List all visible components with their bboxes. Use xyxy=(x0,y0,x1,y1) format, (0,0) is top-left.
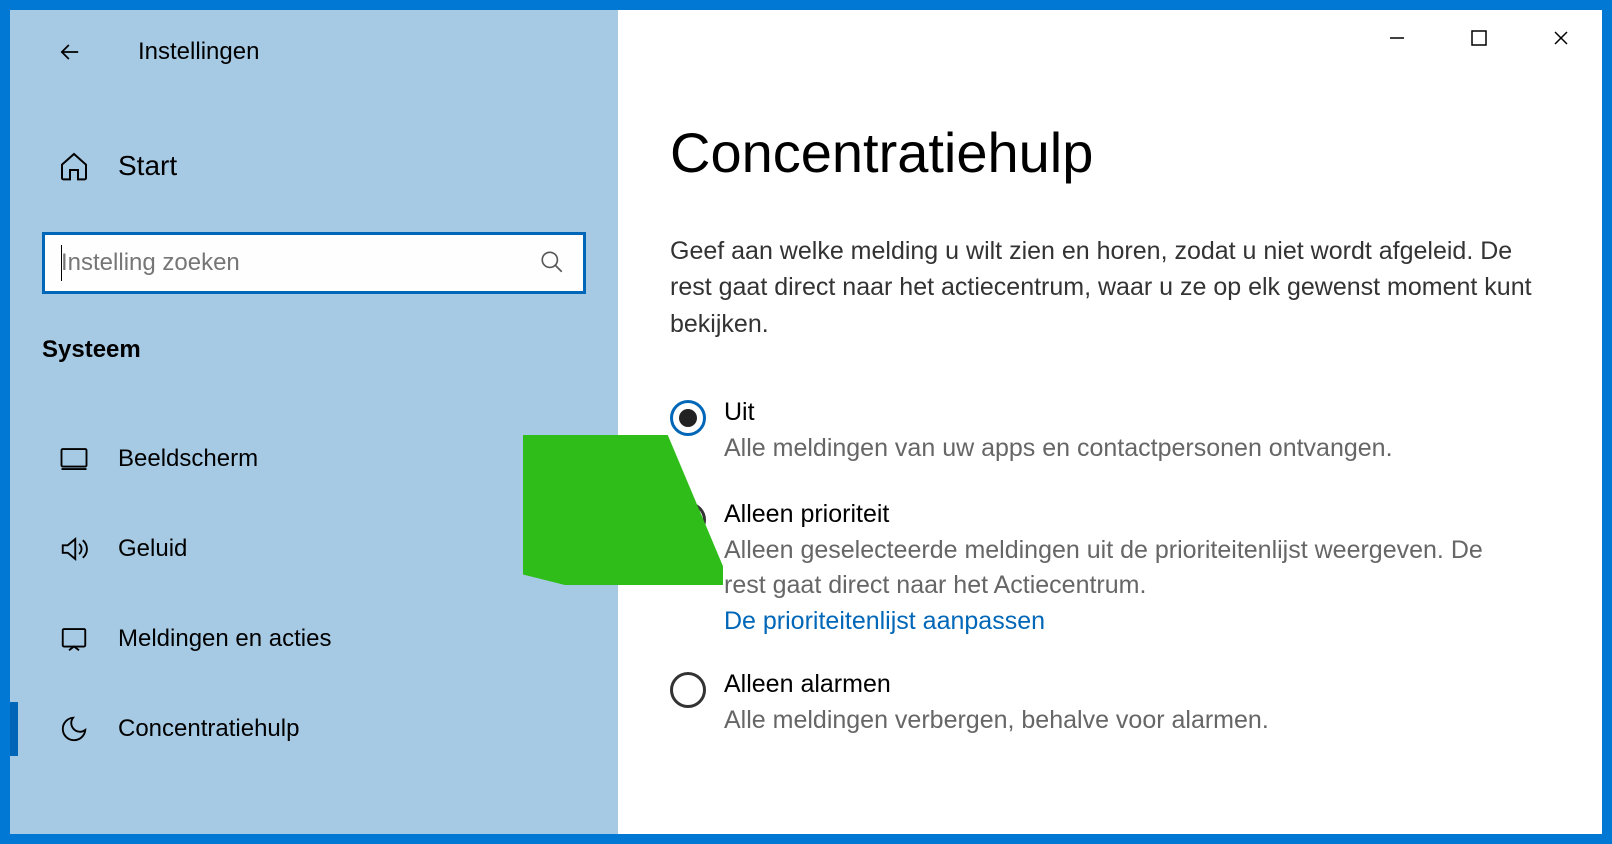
sidebar-item-sound[interactable]: Geluid xyxy=(10,504,618,594)
sidebar-item-notifications[interactable]: Meldingen en acties xyxy=(10,594,618,684)
search-box[interactable] xyxy=(42,232,586,294)
window-title: Instellingen xyxy=(138,38,259,66)
nav-list: Beeldscherm Geluid Meldingen en acties C… xyxy=(10,414,618,774)
page-title: Concentratiehulp xyxy=(670,120,1550,185)
minimize-icon xyxy=(1387,28,1407,48)
radio-option-off[interactable]: Uit Alle meldingen van uw apps en contac… xyxy=(670,398,1550,466)
sidebar-item-label: Meldingen en acties xyxy=(118,625,331,653)
radio-indicator xyxy=(670,400,706,436)
sidebar-item-focus-assist[interactable]: Concentratiehulp xyxy=(10,684,618,774)
sidebar-item-label: Geluid xyxy=(118,535,187,563)
text-cursor xyxy=(61,245,62,281)
radio-indicator xyxy=(670,502,706,538)
radio-content: Alleen alarmen Alle meldingen verbergen,… xyxy=(724,670,1269,738)
arrow-left-icon xyxy=(56,38,84,66)
minimize-button[interactable] xyxy=(1356,10,1438,66)
search-icon xyxy=(539,249,567,277)
monitor-icon xyxy=(58,443,90,475)
moon-icon xyxy=(58,713,90,745)
sidebar-item-display[interactable]: Beeldscherm xyxy=(10,414,618,504)
home-icon xyxy=(58,150,90,182)
radio-indicator xyxy=(670,672,706,708)
radio-content: Uit Alle meldingen van uw apps en contac… xyxy=(724,398,1393,466)
sound-icon xyxy=(58,533,90,565)
sidebar-item-label: Concentratiehulp xyxy=(118,715,299,743)
close-icon xyxy=(1551,28,1571,48)
radio-label: Alleen alarmen xyxy=(724,670,1269,699)
radio-group: Uit Alle meldingen van uw apps en contac… xyxy=(670,398,1550,738)
radio-label: Uit xyxy=(724,398,1393,427)
search-input[interactable] xyxy=(61,249,539,277)
main-content: Concentratiehulp Geef aan welke melding … xyxy=(618,10,1602,834)
sidebar: Instellingen Start Systeem Beeldscherm xyxy=(10,10,618,834)
settings-window: Instellingen Start Systeem Beeldscherm xyxy=(10,10,1602,834)
radio-label: Alleen prioriteit xyxy=(724,500,1504,529)
priority-list-link[interactable]: De prioriteitenlijst aanpassen xyxy=(724,607,1504,636)
close-button[interactable] xyxy=(1520,10,1602,66)
notifications-icon xyxy=(58,623,90,655)
window-controls xyxy=(1356,10,1602,66)
sidebar-item-label: Beeldscherm xyxy=(118,445,258,473)
radio-content: Alleen prioriteit Alleen geselecteerde m… xyxy=(724,500,1504,636)
maximize-icon xyxy=(1470,29,1488,47)
radio-description: Alle meldingen van uw apps en contactper… xyxy=(724,431,1393,466)
radio-option-priority[interactable]: Alleen prioriteit Alleen geselecteerde m… xyxy=(670,500,1550,636)
home-button[interactable]: Start xyxy=(10,150,618,182)
back-button[interactable] xyxy=(50,32,90,72)
titlebar: Instellingen xyxy=(10,32,618,72)
page-description: Geef aan welke melding u wilt zien en ho… xyxy=(670,233,1540,342)
home-label: Start xyxy=(118,150,177,182)
radio-description: Alleen geselecteerde meldingen uit de pr… xyxy=(724,533,1504,603)
radio-description: Alle meldingen verbergen, behalve voor a… xyxy=(724,703,1269,738)
category-label: Systeem xyxy=(10,336,618,364)
maximize-button[interactable] xyxy=(1438,10,1520,66)
radio-option-alarms[interactable]: Alleen alarmen Alle meldingen verbergen,… xyxy=(670,670,1550,738)
